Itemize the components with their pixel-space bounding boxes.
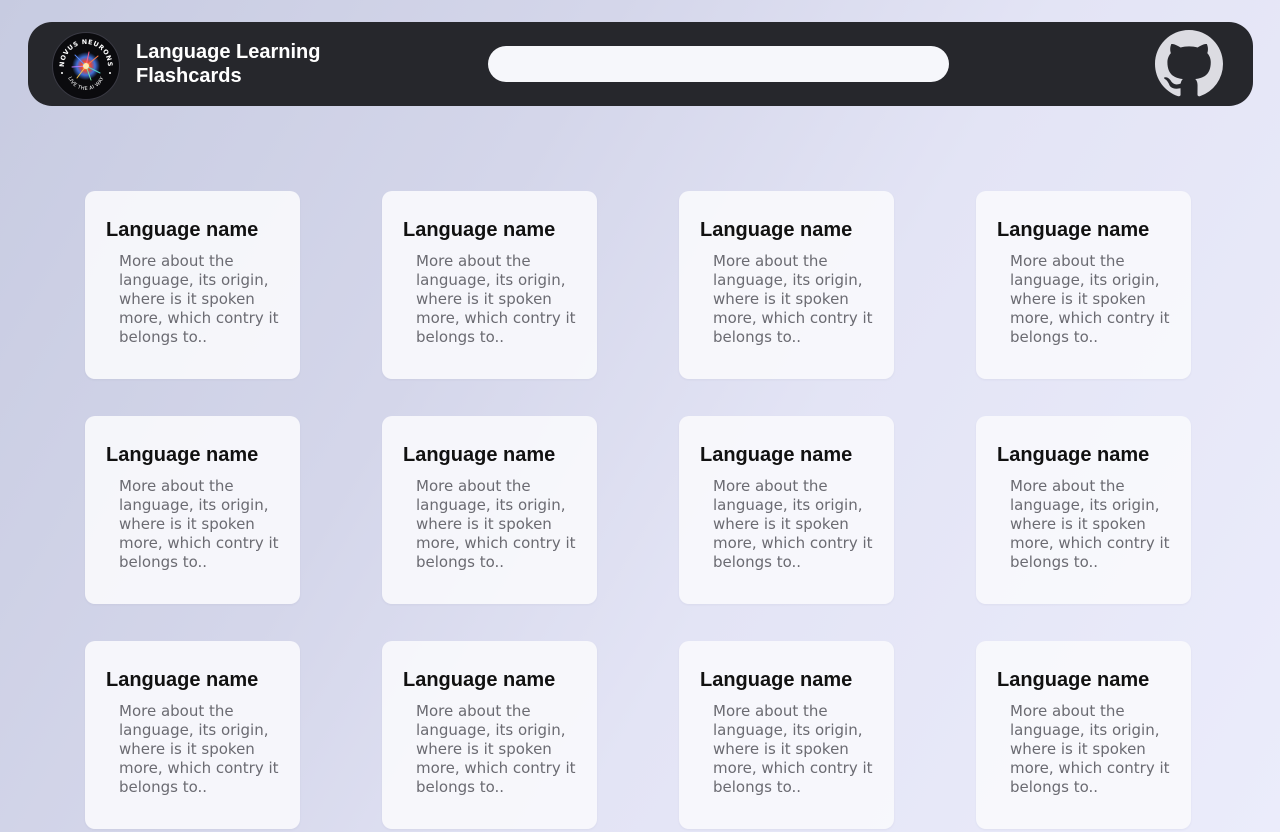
app-title: Language Learning Flashcards <box>136 41 321 87</box>
card-title: Language name <box>700 444 853 466</box>
card-description: More about the language, its origin, whe… <box>1010 702 1170 796</box>
card-title: Language name <box>700 669 853 691</box>
search-input[interactable] <box>488 46 949 82</box>
card-title: Language name <box>106 444 259 466</box>
logo-emblem: NOVUS NEURONS LIVE THE AI WAY <box>54 34 118 98</box>
card-title: Language name <box>997 444 1150 466</box>
flashcard[interactable]: Language name More about the language, i… <box>976 191 1191 379</box>
flashcard[interactable]: Language name More about the language, i… <box>382 191 597 379</box>
card-title: Language name <box>997 219 1150 241</box>
card-title: Language name <box>403 219 556 241</box>
navbar: NOVUS NEURONS LIVE THE AI WAY Language L… <box>28 22 1253 106</box>
card-description: More about the language, its origin, whe… <box>119 702 279 796</box>
card-description: More about the language, its origin, whe… <box>1010 477 1170 571</box>
flashcard[interactable]: Language name More about the language, i… <box>976 416 1191 604</box>
card-description: More about the language, its origin, whe… <box>119 252 279 346</box>
card-title: Language name <box>403 444 556 466</box>
card-title: Language name <box>403 669 556 691</box>
flashcard[interactable]: Language name More about the language, i… <box>679 416 894 604</box>
flashcard[interactable]: Language name More about the language, i… <box>679 641 894 829</box>
card-title: Language name <box>997 669 1150 691</box>
card-description: More about the language, its origin, whe… <box>713 702 873 796</box>
novus-neurons-logo[interactable]: NOVUS NEURONS LIVE THE AI WAY <box>52 32 120 100</box>
card-description: More about the language, its origin, whe… <box>713 477 873 571</box>
card-description: More about the language, its origin, whe… <box>416 477 576 571</box>
flashcard[interactable]: Language name More about the language, i… <box>85 191 300 379</box>
card-description: More about the language, its origin, whe… <box>416 252 576 346</box>
card-title: Language name <box>106 669 259 691</box>
card-title: Language name <box>700 219 853 241</box>
flashcard[interactable]: Language name More about the language, i… <box>85 416 300 604</box>
flashcard-grid: Language name More about the language, i… <box>85 191 1191 829</box>
card-description: More about the language, its origin, whe… <box>713 252 873 346</box>
flashcard[interactable]: Language name More about the language, i… <box>382 416 597 604</box>
card-description: More about the language, its origin, whe… <box>119 477 279 571</box>
card-title: Language name <box>106 219 259 241</box>
github-mark <box>1155 30 1223 97</box>
flashcard[interactable]: Language name More about the language, i… <box>679 191 894 379</box>
github-icon[interactable] <box>1155 30 1223 98</box>
card-description: More about the language, its origin, whe… <box>416 702 576 796</box>
flashcard[interactable]: Language name More about the language, i… <box>85 641 300 829</box>
flashcard[interactable]: Language name More about the language, i… <box>976 641 1191 829</box>
card-description: More about the language, its origin, whe… <box>1010 252 1170 346</box>
flashcard[interactable]: Language name More about the language, i… <box>382 641 597 829</box>
